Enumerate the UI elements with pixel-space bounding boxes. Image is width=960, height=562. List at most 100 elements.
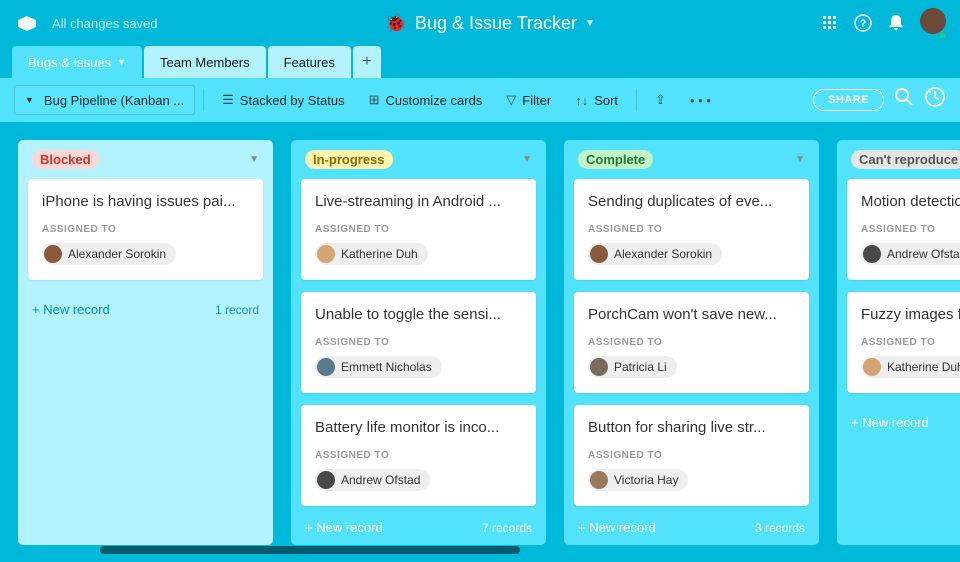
view-name: Bug Pipeline (Kanban ... xyxy=(44,93,184,108)
share-button[interactable]: SHARE xyxy=(813,89,884,111)
tab-features[interactable]: Features xyxy=(268,46,351,78)
kanban-card[interactable]: Battery life monitor is inco... ASSIGNED … xyxy=(301,405,536,506)
horizontal-scrollbar[interactable] xyxy=(100,546,520,554)
view-toolbar: ▼ Bug Pipeline (Kanban ... ☰Stacked by S… xyxy=(0,78,960,122)
avatar-icon xyxy=(590,358,608,376)
column-title: In-progress xyxy=(305,150,393,169)
card-title: Live-streaming in Android ... xyxy=(315,193,522,210)
search-icon[interactable] xyxy=(894,87,914,113)
avatar-icon xyxy=(590,471,608,489)
kanban-card[interactable]: Live-streaming in Android ... ASSIGNED TO… xyxy=(301,179,536,280)
assignee-name: Andrew Ofstad xyxy=(887,247,960,261)
assignee-name: Alexander Sorokin xyxy=(68,247,166,261)
chevron-down-icon: ▼ xyxy=(117,57,126,67)
assignee-chip[interactable]: Andrew Ofstad xyxy=(315,469,430,491)
kanban-card[interactable]: iPhone is having issues pai... ASSIGNED T… xyxy=(28,179,263,280)
card-title: Sending duplicates of eve... xyxy=(588,193,795,210)
column-footer: + New record3 records xyxy=(564,510,819,545)
kanban-card[interactable]: Sending duplicates of eve...ASSIGNED TOA… xyxy=(574,179,809,280)
assignee-chip[interactable]: Katherine Duh xyxy=(861,356,960,378)
kanban-column: Complete▼Sending duplicates of eve...ASS… xyxy=(564,140,819,545)
kanban-board: Blocked ▼ iPhone is having issues pai... AS… xyxy=(0,122,960,562)
kanban-card[interactable]: Button for sharing live str...ASSIGNED T… xyxy=(574,405,809,506)
avatar-icon xyxy=(317,471,335,489)
assignee-name: Andrew Ofstad xyxy=(341,473,420,487)
column-menu-button[interactable]: ▼ xyxy=(795,154,805,165)
card-title: Unable to toggle the sensi... xyxy=(315,306,522,323)
add-table-button[interactable]: + xyxy=(353,46,381,78)
assigned-to-label: ASSIGNED TO xyxy=(315,450,522,461)
card-title: Button for sharing live str... xyxy=(588,419,795,436)
more-icon: • • • xyxy=(690,93,711,108)
column-header: Blocked ▼ xyxy=(18,140,273,179)
stack-icon: ☰ xyxy=(222,92,234,108)
kanban-card[interactable]: PorchCam won't save new...ASSIGNED TOPat… xyxy=(574,292,809,393)
kanban-card[interactable]: Unable to toggle the sensi... ASSIGNED TO… xyxy=(301,292,536,393)
help-icon[interactable]: ? xyxy=(854,14,872,32)
view-selector[interactable]: ▼ Bug Pipeline (Kanban ... xyxy=(14,85,195,115)
new-record-button[interactable]: + New record xyxy=(851,415,929,430)
column-header: Complete▼ xyxy=(564,140,819,179)
table-tabs: Bugs & Issues▼ Team Members Features + xyxy=(0,46,960,78)
assigned-to-label: ASSIGNED TO xyxy=(42,224,249,235)
apps-icon[interactable] xyxy=(822,15,838,31)
column-footer: + New record7 records xyxy=(291,510,546,545)
customize-cards-button[interactable]: ⊞Customize cards xyxy=(359,85,493,115)
assignee-name: Alexander Sorokin xyxy=(614,247,712,261)
column-menu-button[interactable]: ▼ xyxy=(522,154,532,165)
sort-button[interactable]: ↑↓Sort xyxy=(565,85,628,115)
assignee-name: Katherine Duh xyxy=(341,247,418,261)
column-cards: Sending duplicates of eve...ASSIGNED TOA… xyxy=(564,179,819,510)
assignee-chip[interactable]: Victoria Hay xyxy=(588,469,688,491)
kanban-card[interactable]: Motion detectionASSIGNED TOAndrew Ofstad xyxy=(847,179,960,280)
save-status: All changes saved xyxy=(52,16,158,31)
assigned-to-label: ASSIGNED TO xyxy=(861,224,960,235)
card-title: Battery life monitor is inco... xyxy=(315,419,522,436)
column-cards: Live-streaming in Android ... ASSIGNED TO… xyxy=(291,179,546,510)
notifications-icon[interactable] xyxy=(888,14,904,32)
cards-icon: ⊞ xyxy=(369,92,380,108)
column-header: In-progress ▼ xyxy=(291,140,546,179)
export-icon: ⇪ xyxy=(655,92,666,108)
new-record-button[interactable]: + New record xyxy=(578,520,656,535)
avatar-icon xyxy=(863,358,881,376)
share-view-button[interactable]: ⇪ xyxy=(645,85,676,115)
tab-bugs-issues[interactable]: Bugs & Issues▼ xyxy=(12,46,142,78)
avatar-icon xyxy=(317,245,335,263)
assignee-chip[interactable]: Emmett Nicholas xyxy=(315,356,442,378)
new-record-button[interactable]: + New record xyxy=(305,520,383,535)
assignee-name: Patricia Li xyxy=(614,360,667,374)
base-title[interactable]: Bug & Issue Tracker xyxy=(415,13,577,34)
kanban-column: In-progress ▼ Live-streaming in Android ..… xyxy=(291,140,546,545)
new-record-button[interactable]: + New record xyxy=(32,302,110,317)
tab-team-members[interactable]: Team Members xyxy=(144,46,266,78)
assigned-to-label: ASSIGNED TO xyxy=(861,337,960,348)
assigned-to-label: ASSIGNED TO xyxy=(315,337,522,348)
assigned-to-label: ASSIGNED TO xyxy=(315,224,522,235)
column-header: Can't reproduce▼ xyxy=(837,140,960,179)
filter-icon: ▽ xyxy=(506,92,516,108)
user-avatar[interactable] xyxy=(920,8,946,39)
more-button[interactable]: • • • xyxy=(680,85,721,115)
divider xyxy=(636,89,637,111)
divider xyxy=(203,89,204,111)
card-title: iPhone is having issues pai... xyxy=(42,193,249,210)
kanban-card[interactable]: Fuzzy images froASSIGNED TOKatherine Duh xyxy=(847,292,960,393)
assignee-chip[interactable]: Andrew Ofstad xyxy=(861,243,960,265)
app-logo-icon[interactable] xyxy=(14,13,40,33)
assignee-chip[interactable]: Patricia Li xyxy=(588,356,677,378)
svg-text:?: ? xyxy=(860,18,867,30)
filter-button[interactable]: ▽Filter xyxy=(496,85,561,115)
assignee-chip[interactable]: Katherine Duh xyxy=(315,243,428,265)
avatar-icon xyxy=(590,245,608,263)
assignee-chip[interactable]: Alexander Sorokin xyxy=(588,243,722,265)
presence-indicator xyxy=(938,31,947,40)
stacked-by-button[interactable]: ☰Stacked by Status xyxy=(212,85,354,115)
column-menu-button[interactable]: ▼ xyxy=(249,154,259,165)
column-footer: + New record1 record xyxy=(18,292,273,327)
avatar-icon xyxy=(863,245,881,263)
column-title: Blocked xyxy=(32,150,99,169)
title-dropdown-icon[interactable]: ▼ xyxy=(585,18,595,29)
history-icon[interactable] xyxy=(924,86,946,114)
assignee-chip[interactable]: Alexander Sorokin xyxy=(42,243,176,265)
